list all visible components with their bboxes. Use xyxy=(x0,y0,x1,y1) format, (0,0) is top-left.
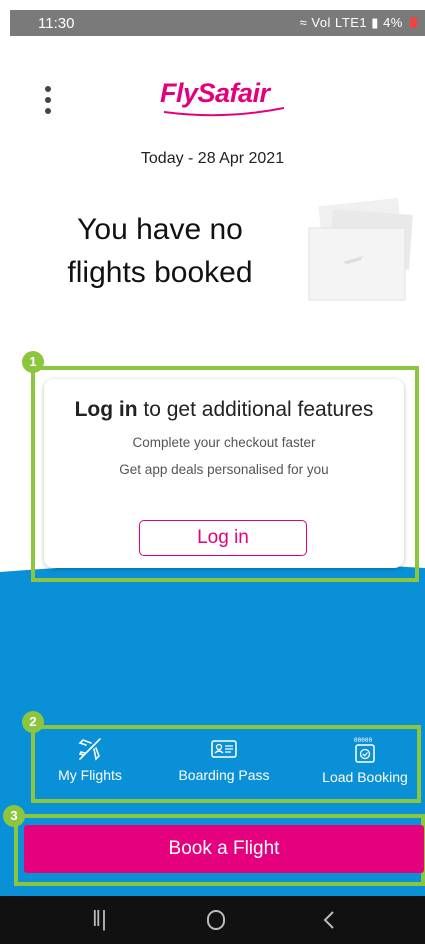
empty-flights-illustration xyxy=(308,197,413,301)
nav-load-booking-label: Load Booking xyxy=(322,769,408,785)
callout-badge-1: 1 xyxy=(22,351,44,373)
login-headline: Log in to get additional features xyxy=(44,395,404,425)
logo-fly: Fly xyxy=(160,78,198,108)
nav-my-flights-label: My Flights xyxy=(58,767,122,783)
network-label: Vol LTE1 xyxy=(311,15,368,30)
current-date: Today - 28 Apr 2021 xyxy=(140,150,285,167)
login-benefit-deals: Get app deals personalised for you xyxy=(119,462,329,477)
nav-boarding-pass[interactable]: Boarding Pass xyxy=(168,735,280,783)
login-headline-rest: to get additional features xyxy=(137,398,374,421)
status-time: 11:30 xyxy=(38,15,75,32)
no-flights-message: You have no flights booked xyxy=(67,213,253,289)
load-booking-icon: 00000 xyxy=(354,737,375,763)
signal-icon: ▮ xyxy=(371,15,379,30)
status-indicators: ≈ Vol LTE1 ▮ 4% xyxy=(300,15,417,31)
nav-load-booking[interactable]: 00000 Load Booking xyxy=(312,735,418,785)
book-flight-button[interactable]: Book a Flight xyxy=(24,825,424,873)
android-nav-bar: ‖| xyxy=(0,896,425,944)
boarding-pass-icon xyxy=(211,740,237,758)
battery-icon xyxy=(410,17,417,28)
plane-icon xyxy=(78,738,101,761)
back-icon[interactable] xyxy=(322,910,336,930)
login-benefit-checkout: Complete your checkout faster xyxy=(132,435,316,450)
nav-boarding-pass-label: Boarding Pass xyxy=(178,767,270,783)
login-headline-bold: Log in xyxy=(74,398,138,421)
flysafair-logo: FlySafair xyxy=(160,78,290,118)
status-bar: 11:30 ≈ Vol LTE1 ▮ 4% xyxy=(10,10,425,36)
home-icon[interactable] xyxy=(206,909,226,931)
wifi-icon: ≈ xyxy=(299,15,308,30)
nav-my-flights[interactable]: My Flights xyxy=(45,735,135,783)
logo-swoosh xyxy=(164,107,284,117)
recent-apps-icon[interactable]: ‖| xyxy=(92,906,107,932)
battery-level: 4% xyxy=(383,15,403,30)
callout-badge-2: 2 xyxy=(22,711,44,733)
callout-badge-3: 3 xyxy=(3,805,25,827)
svg-text:00000: 00000 xyxy=(354,737,372,744)
login-card: Log in to get additional features Comple… xyxy=(44,379,404,568)
menu-icon[interactable] xyxy=(38,86,58,126)
login-button[interactable]: Log in xyxy=(139,520,307,556)
logo-safair: Safair xyxy=(197,78,271,108)
